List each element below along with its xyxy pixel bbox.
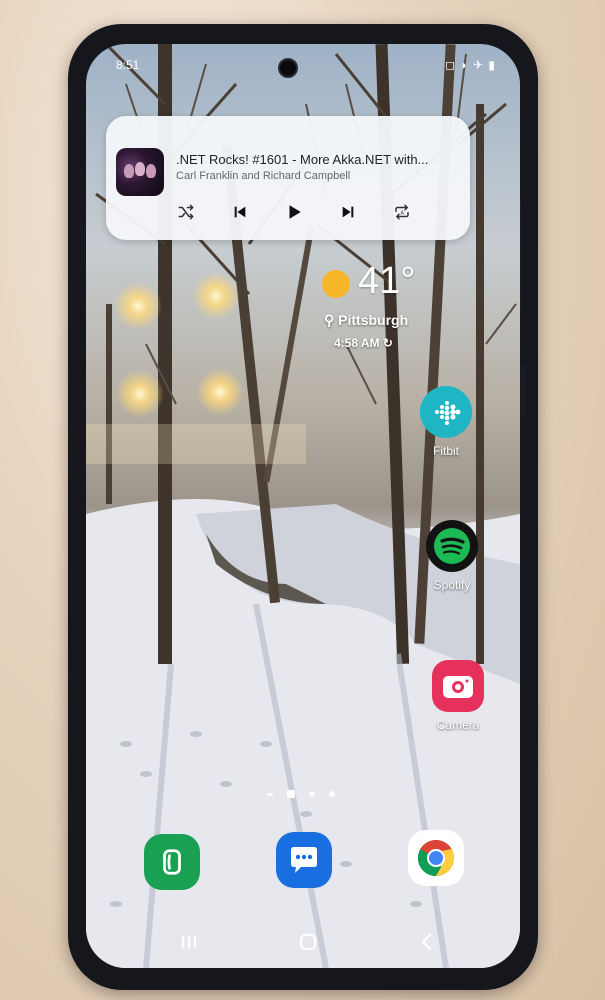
app-fitbit[interactable]: Fitbit (406, 386, 486, 458)
media-artist: Carl Franklin and Richard Campbell (176, 170, 351, 182)
sun-icon (322, 270, 350, 298)
location-pin-icon: ⚲ (324, 312, 339, 328)
status-bar: 8:51 ◻ ◗ ✈ ▮ (116, 58, 496, 76)
home-icon[interactable] (293, 930, 323, 954)
weather-location: ⚲ Pittsburgh (324, 312, 408, 329)
messages-icon[interactable] (276, 832, 332, 888)
next-icon[interactable] (334, 198, 362, 226)
refresh-icon[interactable]: ↻ (383, 336, 393, 350)
status-time: 8:51 (116, 58, 140, 72)
app-label: Fitbit (432, 444, 459, 458)
page-dot (329, 791, 335, 797)
page-indicator[interactable] (267, 789, 339, 799)
album-art[interactable] (116, 148, 164, 196)
svg-text:A: A (401, 210, 405, 216)
previous-icon[interactable] (226, 198, 254, 226)
app-label: Camera (436, 718, 480, 732)
app-camera[interactable]: Camera (418, 660, 498, 732)
weather-time: 4:58 AM (334, 336, 380, 350)
weather-widget[interactable]: 41° ⚲ Pittsburgh 4:58 AM ↻ (314, 260, 474, 376)
status-icons: ◻ ◗ ✈ ▮ (445, 58, 496, 72)
back-icon[interactable] (412, 930, 442, 954)
page-dot (309, 791, 315, 797)
media-player-card[interactable]: .NET Rocks! #1601 - More Akka.NET with..… (106, 116, 470, 240)
weather-location-label: Pittsburgh (338, 312, 409, 328)
media-controls: A (172, 198, 432, 226)
shuffle-icon[interactable] (172, 198, 200, 226)
fitbit-icon[interactable] (420, 386, 472, 438)
recents-icon[interactable] (174, 930, 204, 954)
front-camera-icon (278, 58, 298, 78)
chrome-icon[interactable] (408, 830, 464, 886)
page-dot (267, 793, 273, 796)
camera-icon[interactable] (432, 660, 484, 712)
play-icon[interactable] (280, 198, 308, 226)
app-spotify[interactable]: Spotify (412, 520, 492, 592)
app-label: Spotify (433, 578, 471, 592)
repeat-icon[interactable]: A (388, 198, 416, 226)
media-title: .NET Rocks! #1601 - More Akka.NET with..… (176, 152, 429, 167)
weather-temperature: 41° (358, 260, 416, 302)
spotify-icon[interactable] (426, 520, 478, 572)
navigation-bar (86, 922, 520, 962)
home-screen: 8:51 ◻ ◗ ✈ ▮ .NET Rocks! #1601 - More Ak… (86, 44, 520, 968)
weather-updated: 4:58 AM ↻ (334, 336, 393, 350)
phone-icon[interactable] (144, 834, 200, 890)
home-page-icon (287, 790, 295, 798)
